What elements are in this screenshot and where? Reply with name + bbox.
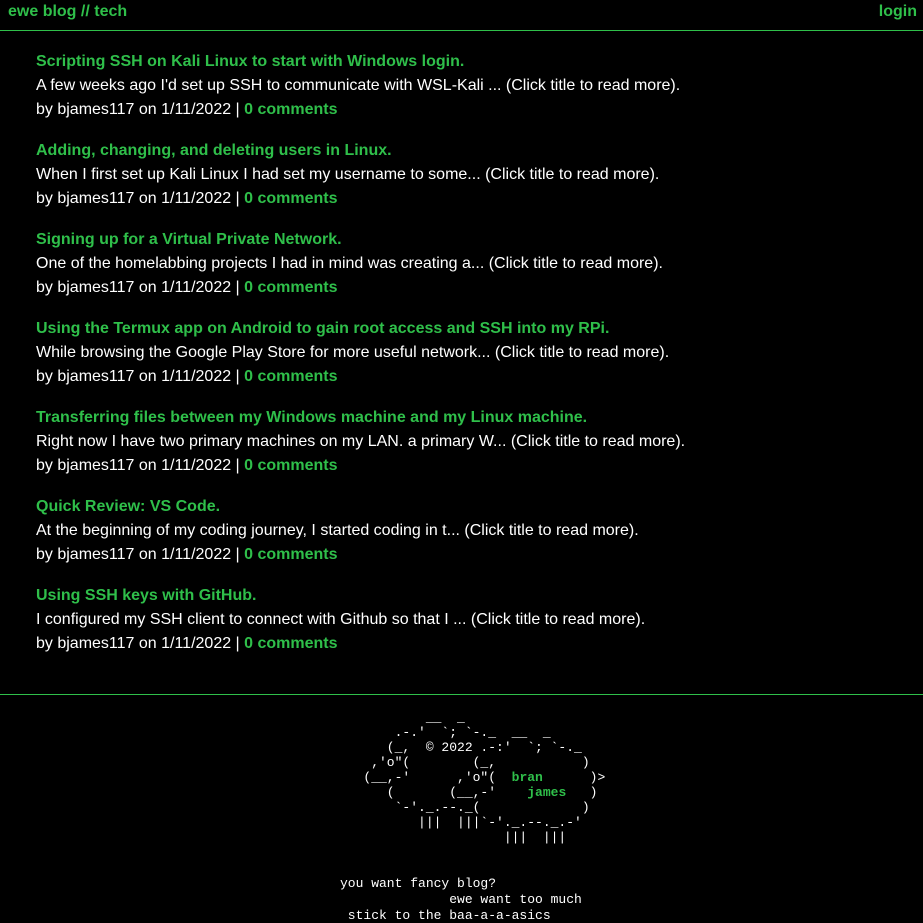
comments-link[interactable]: 0 comments bbox=[244, 457, 337, 474]
ascii-line: )> bbox=[542, 770, 606, 785]
post-title-link[interactable]: Using the Termux app on Android to gain … bbox=[36, 319, 906, 339]
post-list: Scripting SSH on Kali Linux to start wit… bbox=[36, 52, 906, 675]
post-meta: by bjames117 on 1/11/2022 | 0 comments bbox=[36, 189, 906, 209]
post-byline: by bjames117 on 1/11/2022 | bbox=[36, 546, 245, 563]
post-excerpt: At the beginning of my coding journey, I… bbox=[36, 522, 639, 539]
ascii-line: ) bbox=[566, 785, 598, 800]
comments-link[interactable]: 0 comments bbox=[244, 635, 337, 652]
verse-line: stick to the baa-a-a-asics bbox=[340, 908, 551, 923]
verse-line: you want fancy blog? bbox=[340, 876, 497, 891]
post-excerpt: One of the homelabbing projects I had in… bbox=[36, 255, 663, 272]
top-nav-bar: ewe blog // tech login bbox=[0, 0, 923, 31]
post-excerpt: When I first set up Kali Linux I had set… bbox=[36, 166, 660, 183]
post-meta: by bjames117 on 1/11/2022 | 0 comments bbox=[36, 278, 906, 298]
post-byline: by bjames117 on 1/11/2022 | bbox=[36, 457, 245, 474]
post-title-link[interactable]: Scripting SSH on Kali Linux to start wit… bbox=[36, 52, 906, 72]
post-excerpt: While browsing the Google Play Store for… bbox=[36, 344, 670, 361]
post-title-link[interactable]: Transferring files between my Windows ma… bbox=[36, 408, 906, 428]
footer-divider bbox=[0, 694, 923, 695]
post-byline: by bjames117 on 1/11/2022 | bbox=[36, 279, 245, 296]
ascii-line: (__,-' ,'o"( bbox=[340, 770, 512, 785]
post-title-link[interactable]: Adding, changing, and deleting users in … bbox=[36, 141, 906, 161]
comments-link[interactable]: 0 comments bbox=[244, 101, 337, 118]
ascii-line: ||| ||| bbox=[340, 830, 567, 845]
login-link[interactable]: login bbox=[879, 2, 917, 22]
site-title-link[interactable]: ewe blog // tech bbox=[8, 2, 127, 22]
post-byline: by bjames117 on 1/11/2022 | bbox=[36, 635, 245, 652]
ascii-line: ||| |||`-'._.--._.-' bbox=[340, 815, 582, 830]
post-title-link[interactable]: Quick Review: VS Code. bbox=[36, 497, 906, 517]
footer-verse: you want fancy blog? ewe want too much s… bbox=[340, 876, 582, 923]
comments-link[interactable]: 0 comments bbox=[244, 368, 337, 385]
post-item: Signing up for a Virtual Private Network… bbox=[36, 230, 906, 319]
post-meta: by bjames117 on 1/11/2022 | 0 comments bbox=[36, 367, 906, 387]
post-meta: by bjames117 on 1/11/2022 | 0 comments bbox=[36, 545, 906, 565]
post-meta: by bjames117 on 1/11/2022 | 0 comments bbox=[36, 100, 906, 120]
ascii-name-first: bran bbox=[511, 770, 543, 785]
post-item: Using the Termux app on Android to gain … bbox=[36, 319, 906, 408]
ascii-line: ( (__,-' bbox=[340, 785, 528, 800]
post-excerpt: A few weeks ago I'd set up SSH to commun… bbox=[36, 77, 681, 94]
post-excerpt: I configured my SSH client to connect wi… bbox=[36, 611, 646, 628]
verse-line: ewe want too much bbox=[340, 892, 582, 907]
ascii-name-last: james bbox=[527, 785, 567, 800]
post-byline: by bjames117 on 1/11/2022 | bbox=[36, 101, 245, 118]
ascii-line: `-'._.--._( ) bbox=[340, 800, 590, 815]
post-item: Quick Review: VS Code. At the beginning … bbox=[36, 497, 906, 586]
comments-link[interactable]: 0 comments bbox=[244, 190, 337, 207]
post-byline: by bjames117 on 1/11/2022 | bbox=[36, 368, 245, 385]
post-title-link[interactable]: Signing up for a Virtual Private Network… bbox=[36, 230, 906, 250]
ascii-sheep-art: __ _ .-.' `; `-._ __ _ (_, © 2022 .-:' `… bbox=[340, 710, 605, 845]
comments-link[interactable]: 0 comments bbox=[244, 279, 337, 296]
ascii-line: ,'o"( (_, ) bbox=[340, 755, 590, 770]
post-item: Transferring files between my Windows ma… bbox=[36, 408, 906, 497]
post-item: Adding, changing, and deleting users in … bbox=[36, 141, 906, 230]
post-meta: by bjames117 on 1/11/2022 | 0 comments bbox=[36, 634, 906, 654]
post-item: Scripting SSH on Kali Linux to start wit… bbox=[36, 52, 906, 141]
comments-link[interactable]: 0 comments bbox=[244, 546, 337, 563]
post-byline: by bjames117 on 1/11/2022 | bbox=[36, 190, 245, 207]
post-title-link[interactable]: Using SSH keys with GitHub. bbox=[36, 586, 906, 606]
post-excerpt: Right now I have two primary machines on… bbox=[36, 433, 686, 450]
ascii-line: __ _ bbox=[340, 710, 465, 725]
ascii-line: .-.' `; `-._ __ _ bbox=[340, 725, 551, 740]
post-meta: by bjames117 on 1/11/2022 | 0 comments bbox=[36, 456, 906, 476]
ascii-copyright-line: (_, © 2022 .-:' `; `-._ bbox=[340, 740, 582, 755]
post-item: Using SSH keys with GitHub. I configured… bbox=[36, 586, 906, 675]
